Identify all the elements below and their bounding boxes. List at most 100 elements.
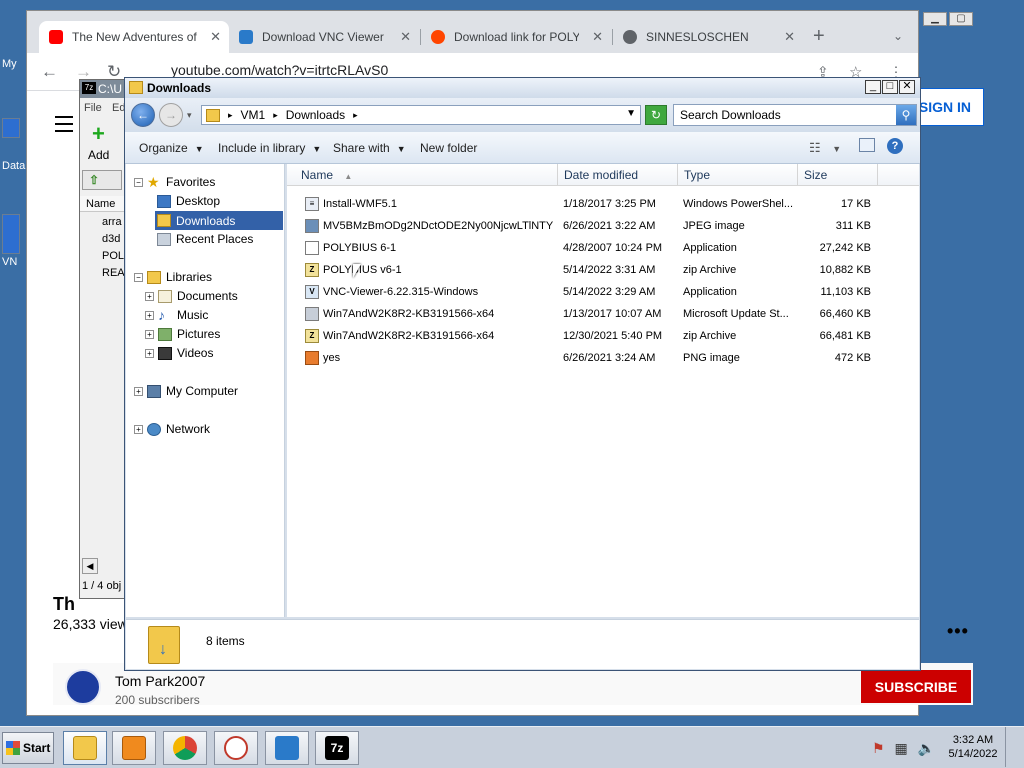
- taskbar-media-player-button[interactable]: [112, 731, 156, 765]
- volume-icon[interactable]: 🔈: [918, 740, 935, 756]
- tree-documents[interactable]: + Documents: [145, 289, 238, 303]
- tree-favorites[interactable]: − ★ Favorites: [134, 175, 215, 189]
- new-folder-button[interactable]: New folder: [420, 141, 477, 155]
- tree-libraries[interactable]: − Libraries: [134, 270, 212, 284]
- column-size[interactable]: Size: [798, 164, 878, 186]
- clock[interactable]: 3:32 AM 5/14/2022: [948, 733, 998, 761]
- 7zip-add-button[interactable]: +: [88, 123, 114, 146]
- search-input[interactable]: Search Downloads ⚲: [673, 104, 917, 126]
- close-icon[interactable]: ✕: [592, 29, 603, 45]
- tree-desktop[interactable]: Desktop: [157, 194, 220, 208]
- tree-videos[interactable]: + Videos: [145, 346, 213, 360]
- close-icon[interactable]: ✕: [210, 29, 221, 45]
- preview-pane-icon[interactable]: [859, 138, 875, 152]
- forward-arrow-icon[interactable]: →: [159, 103, 183, 127]
- expand-icon[interactable]: +: [145, 329, 154, 339]
- file-size: 66,460 KB: [819, 308, 871, 320]
- file-row[interactable]: Win7AndW2K8R2-KB3191566-x64 1/13/2017 10…: [287, 303, 919, 325]
- more-options-icon[interactable]: •••: [947, 621, 969, 642]
- view-options-icon[interactable]: ☷ ▼: [809, 140, 841, 156]
- refresh-icon[interactable]: ↻: [645, 105, 667, 125]
- tree-pictures[interactable]: + Pictures: [145, 327, 220, 341]
- list-item[interactable]: REA: [88, 265, 125, 282]
- expand-icon[interactable]: +: [145, 348, 154, 358]
- taskbar-snipping-tool-button[interactable]: [214, 731, 258, 765]
- desktop-icon-data[interactable]: Data: [2, 118, 25, 172]
- list-item[interactable]: arra: [88, 214, 125, 231]
- taskbar-vnc-viewer-button[interactable]: [265, 731, 309, 765]
- file-row[interactable]: Z POLYBIUS v6-1 5/14/2022 3:31 AM zip Ar…: [287, 259, 919, 281]
- 7zip-up-button[interactable]: ⇧: [82, 170, 122, 190]
- tab-sinnesloschen[interactable]: SINNESLOSCHEN ✕: [613, 21, 803, 53]
- close-icon[interactable]: ✕: [784, 29, 795, 45]
- help-icon[interactable]: ?: [887, 138, 903, 154]
- file-row[interactable]: ≡ Install-WMF5.1 1/18/2017 3:25 PM Windo…: [287, 193, 919, 215]
- recent-pages-icon[interactable]: ▾: [187, 110, 192, 121]
- desktop-icon-my[interactable]: My: [2, 20, 24, 70]
- file-row[interactable]: Z Win7AndW2K8R2-KB3191566-x64 12/30/2021…: [287, 325, 919, 347]
- file-row[interactable]: MV5BMzBmODg2NDctODE2Ny00NjcwLTlNTYt... 6…: [287, 215, 919, 237]
- tree-network[interactable]: + Network: [134, 422, 210, 436]
- tree-downloads[interactable]: Downloads: [155, 211, 283, 230]
- avatar[interactable]: [65, 669, 101, 705]
- maximize-icon[interactable]: □: [882, 80, 898, 94]
- desktop-icon-vnc[interactable]: VN: [2, 214, 24, 268]
- tree-recent-places[interactable]: Recent Places: [157, 232, 253, 246]
- breadcrumb-downloads[interactable]: Downloads: [286, 108, 345, 122]
- start-button[interactable]: Start: [2, 732, 54, 764]
- taskbar-chrome-button[interactable]: [163, 731, 207, 765]
- show-desktop-button[interactable]: [1005, 727, 1023, 767]
- network-status-icon[interactable]: ▦: [894, 740, 907, 756]
- tree-music[interactable]: + ♪ Music: [145, 308, 208, 322]
- file-row[interactable]: V VNC-Viewer-6.22.315-Windows 5/14/2022 …: [287, 281, 919, 303]
- back-arrow-icon[interactable]: ←: [131, 103, 155, 127]
- tab-reddit[interactable]: Download link for POLY ✕: [421, 21, 611, 53]
- file-row[interactable]: yes 6/26/2021 3:24 AM PNG image 472 KB: [287, 347, 919, 369]
- taskbar-explorer-button[interactable]: [63, 731, 107, 765]
- expand-icon[interactable]: +: [145, 310, 154, 320]
- column-type[interactable]: Type: [678, 164, 798, 186]
- breadcrumb-vm1[interactable]: VM1: [241, 108, 266, 122]
- file-size: 472 KB: [834, 352, 871, 364]
- collapse-icon[interactable]: −: [134, 272, 143, 282]
- channel-name[interactable]: Tom Park2007: [115, 673, 205, 689]
- chrome-tab-bar: The New Adventures of ✕ Download VNC Vie…: [27, 11, 973, 53]
- back-arrow-icon[interactable]: ←: [41, 62, 58, 82]
- minimize-icon[interactable]: _: [865, 80, 881, 94]
- new-tab-icon[interactable]: +: [813, 25, 825, 48]
- minimize-icon[interactable]: ▁: [923, 12, 947, 26]
- taskbar: Start 7z: [0, 726, 1024, 768]
- scroll-left-icon[interactable]: ◀: [82, 558, 98, 574]
- file-date: 4/28/2007 10:24 PM: [563, 242, 663, 254]
- url-bar[interactable]: youtube.com/watch?v=itrtcRLAvS0: [171, 62, 388, 78]
- file-row[interactable]: POLYBIUS 6-1 4/28/2007 10:24 PM Applicat…: [287, 237, 919, 259]
- 7zip-menu-file[interactable]: File: [84, 102, 102, 114]
- tab-youtube[interactable]: The New Adventures of ✕: [39, 21, 229, 53]
- search-icon[interactable]: ⚲: [896, 105, 916, 125]
- list-item[interactable]: POL: [88, 248, 125, 265]
- chevron-down-icon[interactable]: ⌄: [893, 29, 903, 43]
- column-name[interactable]: Name ▲: [287, 164, 558, 186]
- organize-button[interactable]: Organize ▼: [139, 141, 204, 155]
- expand-icon[interactable]: +: [134, 424, 143, 434]
- expand-icon[interactable]: +: [145, 291, 154, 301]
- expand-icon[interactable]: +: [134, 386, 143, 396]
- maximize-icon[interactable]: ▢: [949, 12, 973, 26]
- collapse-icon[interactable]: −: [134, 177, 143, 187]
- file-name: Win7AndW2K8R2-KB3191566-x64: [323, 330, 495, 342]
- chevron-down-icon[interactable]: ▼: [626, 108, 636, 119]
- close-icon[interactable]: ✕: [899, 80, 915, 94]
- share-with-button[interactable]: Share with ▼: [333, 141, 406, 155]
- address-bar[interactable]: ▸ VM1 ▸ Downloads ▸ ▼: [201, 105, 641, 125]
- action-center-icon[interactable]: ⚑: [872, 740, 885, 756]
- column-date-modified[interactable]: Date modified: [558, 164, 678, 186]
- tab-vnc[interactable]: Download VNC Viewer ✕: [229, 21, 419, 53]
- file-name: VNC-Viewer-6.22.315-Windows: [323, 286, 479, 298]
- tree-my-computer[interactable]: + My Computer: [134, 384, 238, 398]
- include-in-library-button[interactable]: Include in library ▼: [218, 141, 321, 155]
- list-item[interactable]: d3d: [88, 231, 125, 248]
- subscribe-button[interactable]: SUBSCRIBE: [861, 670, 971, 703]
- taskbar-7zip-button[interactable]: 7z: [315, 731, 359, 765]
- hamburger-menu-icon[interactable]: [55, 116, 73, 137]
- close-icon[interactable]: ✕: [400, 29, 411, 45]
